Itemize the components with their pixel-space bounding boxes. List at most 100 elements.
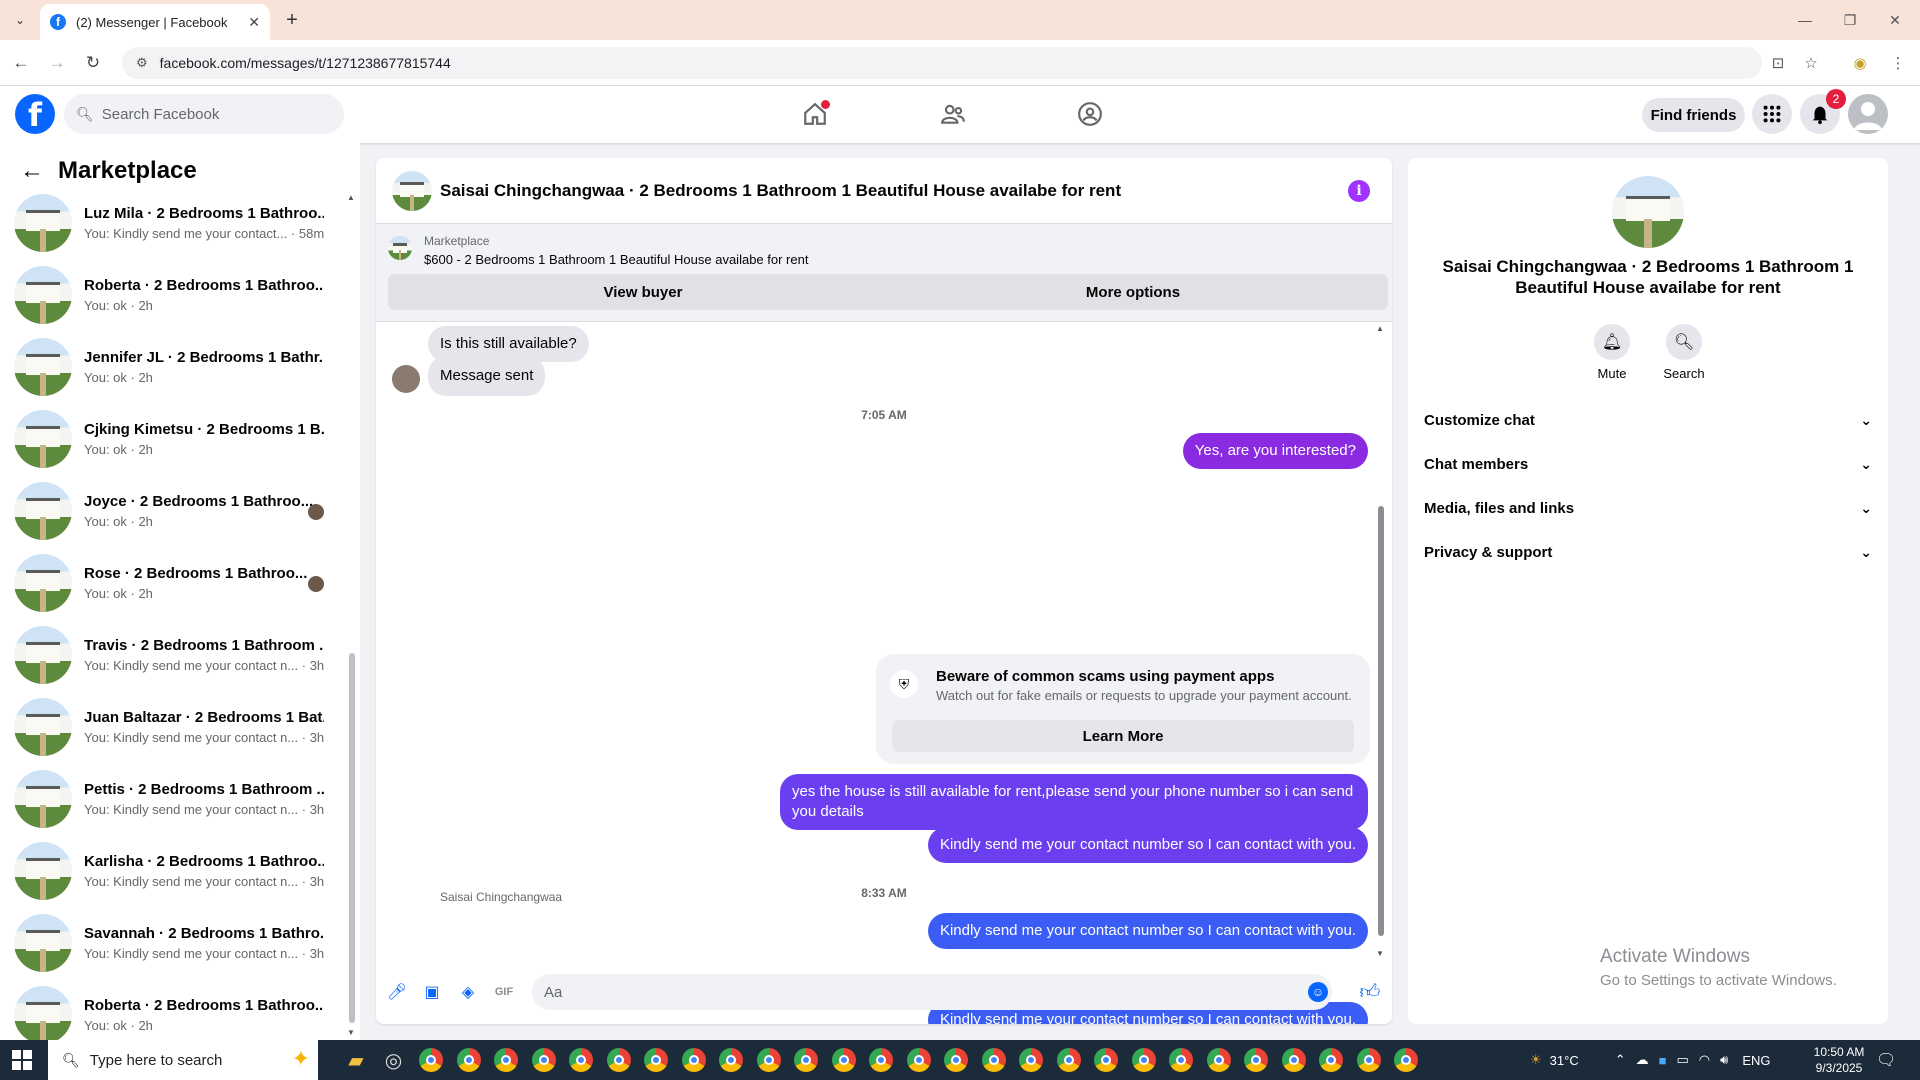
outgoing-message[interactable]: Yes, are you interested? [1182, 433, 1368, 469]
mute-action[interactable]: 🔔︎ Mute [1582, 324, 1642, 381]
attach-photo-icon[interactable]: ▣ [420, 980, 444, 1004]
sticker-icon[interactable]: ◈ [456, 980, 480, 1004]
conversation-item[interactable]: Roberta · 2 Bedrooms 1 Bathroo... You: ok… [0, 979, 350, 1040]
taskbar-search-input[interactable]: 🔍︎ Type here to search ✦ [48, 1040, 318, 1080]
more-options-button[interactable]: More options [878, 274, 1388, 310]
like-thumbs-up-icon[interactable]: 👍︎ [1358, 980, 1382, 1004]
forward-button[interactable]: → [44, 50, 70, 76]
chrome-icon[interactable] [790, 1044, 822, 1076]
nav-home[interactable] [760, 94, 870, 134]
gif-icon[interactable]: GIF [492, 980, 516, 1004]
scroll-up-arrow-icon[interactable]: ▲ [347, 193, 355, 202]
chrome-icon[interactable] [603, 1044, 635, 1076]
facebook-logo[interactable]: f [15, 94, 55, 134]
voice-clip-icon[interactable]: 🎤︎ [385, 980, 409, 1004]
chrome-icon[interactable] [490, 1044, 522, 1076]
windows-start-icon[interactable] [12, 1050, 32, 1070]
scroll-up-arrow-icon[interactable]: ▲ [1376, 324, 1384, 333]
tab-search-button[interactable]: ⌄ [8, 8, 32, 32]
scroll-down-arrow-icon[interactable]: ▼ [1376, 949, 1384, 958]
language-indicator[interactable]: ENG [1742, 1053, 1770, 1068]
chrome-icon[interactable] [865, 1044, 897, 1076]
chrome-icon[interactable] [1390, 1044, 1422, 1076]
find-friends-button[interactable]: Find friends [1642, 98, 1745, 132]
outgoing-message[interactable]: yes the house is still available for ren… [780, 774, 1368, 830]
learn-more-button[interactable]: Learn More [892, 720, 1354, 752]
chat-scrollbar[interactable]: ▲ ▼ [1376, 324, 1386, 958]
chrome-icon[interactable] [753, 1044, 785, 1076]
weather-icon[interactable]: ☀ [1530, 1052, 1542, 1068]
reload-button[interactable]: ↻ [80, 50, 106, 76]
browser-menu-icon[interactable]: ⋮ [1887, 52, 1909, 74]
network-icon[interactable]: ☁ [1636, 1052, 1649, 1068]
conversation-item[interactable]: Savannah · 2 Bedrooms 1 Bathro... You: Ki… [0, 907, 350, 979]
taskbar-clock[interactable]: 10:50 AM 9/3/2025 [1804, 1044, 1874, 1076]
show-hidden-icons-icon[interactable]: ⌃ [1615, 1052, 1626, 1068]
conversation-item[interactable]: Pettis · 2 Bedrooms 1 Bathroom ... You: K… [0, 763, 350, 835]
menu-grid-button[interactable] [1752, 94, 1792, 134]
notification-center-icon[interactable]: 🗨︎ [1876, 1050, 1896, 1070]
listing-thumbnail[interactable] [388, 236, 412, 260]
close-window-button[interactable]: ✕ [1880, 8, 1910, 32]
new-tab-button[interactable]: + [280, 8, 304, 32]
conversation-item[interactable]: Jennifer JL · 2 Bedrooms 1 Bathr... You: … [0, 331, 350, 403]
chrome-icon[interactable] [1165, 1044, 1197, 1076]
sender-avatar[interactable] [392, 365, 420, 393]
address-bar[interactable]: ⚙ facebook.com/messages/t/12712386778157… [122, 47, 1762, 79]
display-icon[interactable]: ▭ [1676, 1052, 1688, 1068]
site-info-icon[interactable]: ⚙ [136, 55, 148, 71]
chrome-icon[interactable] [1315, 1044, 1347, 1076]
install-app-icon[interactable]: ⊡ [1767, 52, 1789, 74]
conversation-item[interactable]: Cjking Kimetsu · 2 Bedrooms 1 B... You: o… [0, 403, 350, 475]
conversation-item[interactable]: Luz Mila · 2 Bedrooms 1 Bathroo... You: K… [0, 187, 350, 259]
chrome-icon[interactable] [1053, 1044, 1085, 1076]
minimize-window-button[interactable]: — [1790, 8, 1820, 32]
app-icon[interactable]: ◎ [378, 1044, 410, 1076]
outgoing-message[interactable]: Kindly send me your contact number so I … [927, 913, 1368, 949]
chrome-icon[interactable] [1203, 1044, 1235, 1076]
chrome-icon[interactable] [1015, 1044, 1047, 1076]
incoming-message[interactable]: Message sent [428, 356, 546, 396]
chrome-icon[interactable] [1353, 1044, 1385, 1076]
profile-icon[interactable]: ◉ [1849, 52, 1871, 74]
volume-icon[interactable]: 🔊︎ [1720, 1052, 1728, 1068]
restore-window-button[interactable]: ❐ [1835, 8, 1865, 32]
wifi-icon[interactable]: ◠ [1699, 1052, 1710, 1068]
conversation-item[interactable]: Rose · 2 Bedrooms 1 Bathroo... You: ok · … [0, 547, 350, 619]
chrome-icon[interactable] [565, 1044, 597, 1076]
temperature[interactable]: 31°C [1550, 1053, 1579, 1068]
chrome-icon[interactable] [528, 1044, 560, 1076]
close-tab-icon[interactable]: ✕ [248, 14, 260, 31]
media-files-links-row[interactable]: Media, files and links ⌄ [1424, 492, 1872, 524]
conversation-item[interactable]: Roberta · 2 Bedrooms 1 Bathroo... You: ok… [0, 259, 350, 331]
browser-tab-active[interactable]: f (2) Messenger | Facebook ✕ [40, 4, 270, 40]
privacy-support-row[interactable]: Privacy & support ⌄ [1424, 536, 1872, 568]
chat-members-row[interactable]: Chat members ⌄ [1424, 448, 1872, 480]
chrome-icon[interactable] [828, 1044, 860, 1076]
conversation-item[interactable]: Juan Baltazar · 2 Bedrooms 1 Bat... You: … [0, 691, 350, 763]
file-explorer-icon[interactable]: ▰ [340, 1044, 372, 1076]
chrome-icon[interactable] [715, 1044, 747, 1076]
nav-groups[interactable] [1035, 94, 1145, 134]
conversation-info-icon[interactable]: i [1348, 180, 1370, 202]
conversation-item[interactable]: Joyce · 2 Bedrooms 1 Bathroo... You: ok ·… [0, 475, 350, 547]
back-arrow-icon[interactable]: ← [20, 157, 44, 185]
view-buyer-button[interactable]: View buyer [388, 274, 898, 310]
chrome-icon[interactable] [1090, 1044, 1122, 1076]
conversation-item[interactable]: Travis · 2 Bedrooms 1 Bathroom ... You: K… [0, 619, 350, 691]
chrome-icon[interactable] [978, 1044, 1010, 1076]
chrome-icon[interactable] [415, 1044, 447, 1076]
outgoing-message[interactable]: Kindly send me your contact number so I … [927, 827, 1368, 863]
chrome-icon[interactable] [678, 1044, 710, 1076]
scrollbar-thumb[interactable] [1378, 506, 1384, 936]
chat-title[interactable]: Saisai Chingchangwaa · 2 Bedrooms 1 Bath… [440, 181, 1121, 201]
chrome-icon[interactable] [640, 1044, 672, 1076]
conversation-item[interactable]: Karlisha · 2 Bedrooms 1 Bathroo... You: K… [0, 835, 350, 907]
chrome-icon[interactable] [453, 1044, 485, 1076]
bookmark-star-icon[interactable]: ☆ [1800, 52, 1822, 74]
facebook-search-input[interactable]: 🔍︎ Search Facebook [64, 94, 344, 134]
emoji-icon[interactable]: ☺ [1308, 982, 1328, 1002]
listing-description[interactable]: $600 - 2 Bedrooms 1 Bathroom 1 Beautiful… [424, 252, 808, 267]
search-action[interactable]: 🔍︎ Search [1654, 324, 1714, 381]
chrome-icon[interactable] [1240, 1044, 1272, 1076]
